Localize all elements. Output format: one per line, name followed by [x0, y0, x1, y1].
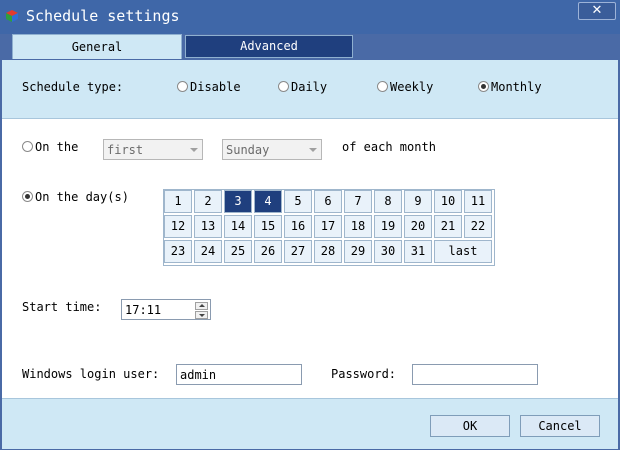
day-cell-27[interactable]: 27: [284, 240, 312, 263]
login-user-value: admin: [180, 368, 217, 382]
day-cell-24[interactable]: 24: [194, 240, 222, 263]
close-button[interactable]: ✕: [578, 2, 616, 20]
each-month-label: of each month: [342, 140, 436, 154]
day-cell-6[interactable]: 6: [314, 190, 342, 213]
day-cell-26[interactable]: 26: [254, 240, 282, 263]
password-label: Password:: [331, 367, 397, 381]
day-cell-3[interactable]: 3: [224, 190, 252, 213]
day-cell-7[interactable]: 7: [344, 190, 372, 213]
title-bar: Schedule settings ✕: [0, 0, 620, 34]
daily-option-label[interactable]: Daily: [291, 80, 327, 94]
on-the-radio[interactable]: [22, 141, 33, 152]
day-cell-29[interactable]: 29: [344, 240, 372, 263]
login-user-label: Windows login user:: [22, 367, 160, 381]
chevron-down-icon: [190, 148, 198, 152]
day-of-month-grid: 1 2 3 4 5 6 7 8 9 10 11 12 13 14 15 16 1…: [163, 189, 495, 266]
cancel-button[interactable]: Cancel: [520, 415, 600, 437]
day-cell-8[interactable]: 8: [374, 190, 402, 213]
schedule-type-label: Schedule type:: [22, 80, 124, 94]
spin-down-icon[interactable]: [195, 311, 208, 319]
start-time-field[interactable]: 17:11: [121, 299, 211, 320]
day-cell-19[interactable]: 19: [374, 215, 402, 238]
day-cell-14[interactable]: 14: [224, 215, 252, 238]
app-cube-icon: [6, 10, 18, 22]
daily-radio[interactable]: [278, 81, 289, 92]
weekday-value: Sunday: [226, 143, 270, 157]
schedule-settings-window: Schedule settings ✕ General Advanced Sch…: [0, 0, 620, 450]
day-cell-9[interactable]: 9: [404, 190, 432, 213]
day-cell-13[interactable]: 13: [194, 215, 222, 238]
start-time-label: Start time:: [22, 300, 102, 314]
start-time-value: 17:11: [125, 303, 162, 317]
day-cell-2[interactable]: 2: [194, 190, 222, 213]
day-cell-10[interactable]: 10: [434, 190, 462, 213]
spin-up-icon[interactable]: [195, 302, 208, 310]
day-cell-25[interactable]: 25: [224, 240, 252, 263]
tab-advanced[interactable]: Advanced: [185, 35, 353, 58]
monthly-radio[interactable]: [478, 81, 489, 92]
tab-general[interactable]: General: [12, 34, 182, 59]
on-days-label[interactable]: On the day(s): [35, 190, 129, 204]
ordinal-value: first: [107, 143, 144, 157]
day-cell-5[interactable]: 5: [284, 190, 312, 213]
window-title: Schedule settings: [26, 7, 180, 25]
day-cell-16[interactable]: 16: [284, 215, 312, 238]
chevron-down-icon: [309, 148, 317, 152]
day-cell-22[interactable]: 22: [464, 215, 492, 238]
general-panel: Schedule type: Disable Daily Weekly Mont…: [2, 60, 618, 449]
disable-option-label[interactable]: Disable: [190, 80, 241, 94]
weekly-radio[interactable]: [377, 81, 388, 92]
monthly-option-label[interactable]: Monthly: [491, 80, 542, 94]
on-days-radio[interactable]: [22, 191, 33, 202]
disable-radio[interactable]: [177, 81, 188, 92]
day-cell-31[interactable]: 31: [404, 240, 432, 263]
dialog-footer: OK Cancel: [2, 398, 618, 449]
day-cell-30[interactable]: 30: [374, 240, 402, 263]
ordinal-dropdown[interactable]: first: [103, 139, 203, 160]
on-the-label[interactable]: On the: [35, 140, 78, 154]
weekly-option-label[interactable]: Weekly: [390, 80, 433, 94]
day-cell-1[interactable]: 1: [164, 190, 192, 213]
day-cell-4[interactable]: 4: [254, 190, 282, 213]
login-user-field[interactable]: admin: [176, 364, 302, 385]
schedule-type-section: Schedule type: Disable Daily Weekly Mont…: [2, 60, 618, 119]
day-cell-28[interactable]: 28: [314, 240, 342, 263]
day-cell-21[interactable]: 21: [434, 215, 462, 238]
ok-button[interactable]: OK: [430, 415, 510, 437]
day-cell-17[interactable]: 17: [314, 215, 342, 238]
password-field[interactable]: [412, 364, 538, 385]
tab-strip: General Advanced: [0, 34, 620, 60]
day-cell-18[interactable]: 18: [344, 215, 372, 238]
day-cell-last[interactable]: last: [434, 240, 492, 263]
day-cell-12[interactable]: 12: [164, 215, 192, 238]
weekday-dropdown[interactable]: Sunday: [222, 139, 322, 160]
day-cell-23[interactable]: 23: [164, 240, 192, 263]
time-spinner[interactable]: [195, 302, 208, 319]
day-cell-11[interactable]: 11: [464, 190, 492, 213]
day-cell-15[interactable]: 15: [254, 215, 282, 238]
day-cell-20[interactable]: 20: [404, 215, 432, 238]
